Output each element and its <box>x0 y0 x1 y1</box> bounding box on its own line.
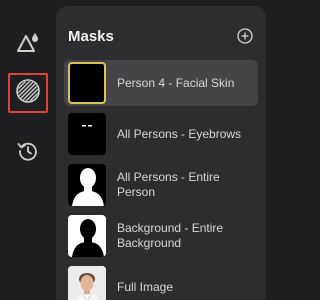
mask-circle-icon <box>15 78 41 109</box>
mask-thumbnail <box>68 215 106 257</box>
masks-panel: Masks Person 4 - Facial Skin All Persons… <box>56 6 266 300</box>
mask-label: Background - Entire Background <box>117 221 224 250</box>
mask-item-eyebrows[interactable]: All Persons - Eyebrows <box>64 111 258 157</box>
tool-history[interactable] <box>0 133 56 173</box>
mask-item-full-image[interactable]: Full Image <box>64 264 258 300</box>
mask-item-background[interactable]: Background - Entire Background <box>64 213 258 259</box>
masks-app: Masks Person 4 - Facial Skin All Persons… <box>0 0 282 300</box>
mask-label: Full Image <box>117 279 174 294</box>
mask-label: All Persons - Entire Person <box>117 170 220 199</box>
history-icon <box>16 139 40 168</box>
mask-item-entire-person[interactable]: All Persons - Entire Person <box>64 162 258 208</box>
panel-header: Masks <box>68 26 254 46</box>
mask-thumbnail <box>68 164 106 206</box>
mask-thumbnail <box>68 266 106 300</box>
tool-masking[interactable] <box>0 73 56 113</box>
add-mask-button[interactable] <box>236 27 254 45</box>
mask-item-facial-skin[interactable]: Person 4 - Facial Skin <box>64 60 258 106</box>
tool-edit[interactable] <box>0 24 56 64</box>
panel-title: Masks <box>68 27 114 45</box>
mask-thumbnail <box>68 62 106 104</box>
plus-circle-icon <box>237 28 253 44</box>
active-tool-highlight <box>8 73 48 113</box>
mask-thumbnail <box>68 113 106 155</box>
mask-label: Person 4 - Facial Skin <box>117 75 235 90</box>
left-toolbar <box>0 0 56 300</box>
mask-list: Person 4 - Facial Skin All Persons - Eye… <box>64 60 258 300</box>
triangle-drop-icon <box>15 30 41 59</box>
mask-label: All Persons - Eyebrows <box>117 126 242 141</box>
